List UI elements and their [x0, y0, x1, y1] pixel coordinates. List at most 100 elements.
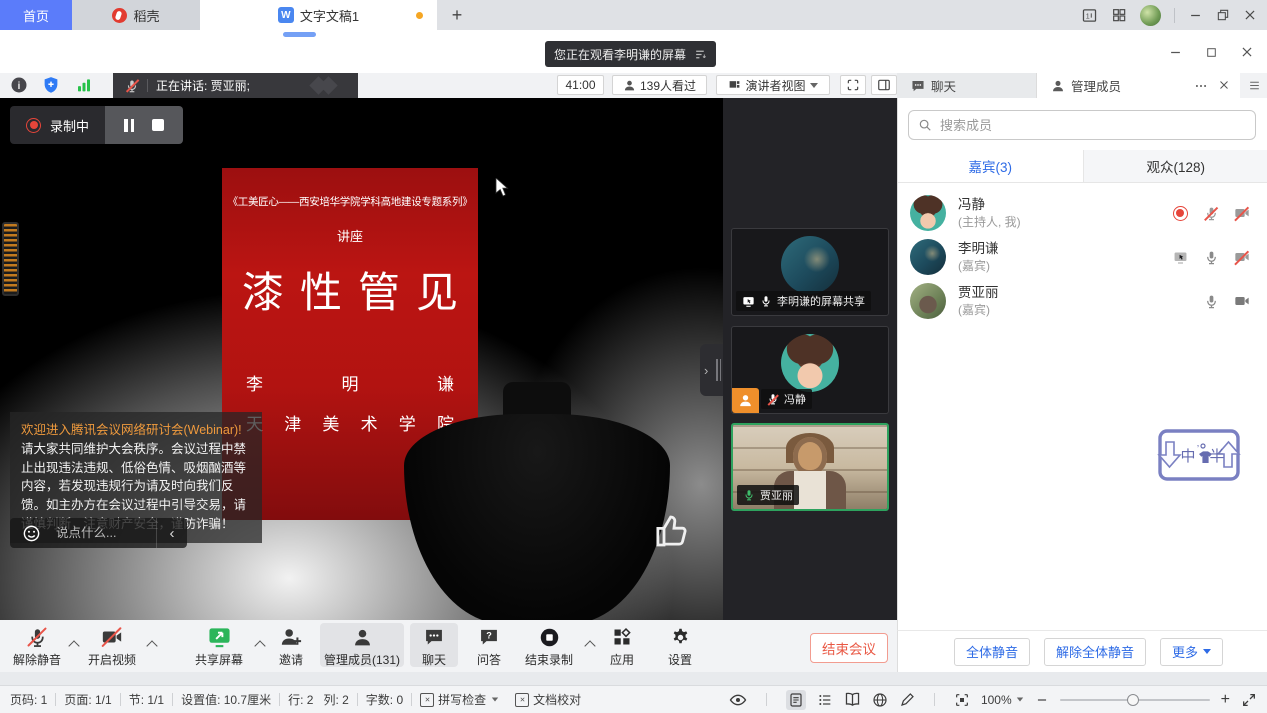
- slide-edge-strip: [2, 222, 19, 296]
- zoom-slider-knob[interactable]: [1127, 694, 1139, 706]
- account-avatar[interactable]: [1140, 5, 1161, 26]
- wps-status-bar: 页码: 1 页面: 1/1 节: 1/1 设置值: 10.7厘米 行: 2 列:…: [0, 685, 1267, 713]
- watching-screen-notification: 您正在观看李明谦的屏幕: [545, 41, 716, 67]
- stop-recording-button[interactable]: 结束录制: [518, 625, 580, 668]
- member-search-input[interactable]: [938, 117, 1246, 134]
- tab-document[interactable]: W 文字文稿1: [200, 0, 437, 30]
- tab-home[interactable]: 首页: [0, 0, 72, 30]
- meeting-maximize-button[interactable]: [1197, 40, 1225, 64]
- single-page-view-icon[interactable]: [1081, 7, 1098, 24]
- fullscreen-icon[interactable]: [1241, 692, 1257, 708]
- camera-muted-icon[interactable]: [1234, 249, 1250, 265]
- screen-sharing-icon[interactable]: [1173, 250, 1188, 265]
- member-role: (嘉宾): [958, 258, 999, 274]
- page-view-button[interactable]: [786, 690, 806, 710]
- video-tile-screen-share[interactable]: 李明谦的屏幕共享: [731, 228, 889, 316]
- emoji-button[interactable]: [10, 518, 52, 548]
- panel-more-icon[interactable]: [1194, 79, 1208, 93]
- spell-check-toggle[interactable]: 拼写检查: [420, 691, 499, 708]
- video-tile-jiayali[interactable]: 贾亚丽: [731, 423, 889, 511]
- checkbox-x-icon: [420, 693, 434, 707]
- workspace-grid-icon[interactable]: [1111, 7, 1127, 23]
- meeting-minimize-button[interactable]: [1161, 40, 1189, 64]
- zoom-in-button[interactable]: +: [1221, 691, 1230, 709]
- wps-minimize-icon[interactable]: [1188, 8, 1203, 23]
- mic-icon[interactable]: [1204, 250, 1219, 265]
- more-button[interactable]: 更多: [1160, 638, 1223, 666]
- web-view-icon[interactable]: [872, 692, 888, 708]
- recording-indicator-icon: [1173, 206, 1188, 221]
- qa-button[interactable]: 问答: [466, 625, 512, 668]
- sort-list-icon[interactable]: [694, 48, 707, 61]
- new-tab-button[interactable]: +: [437, 0, 477, 30]
- wps-close-icon[interactable]: [1243, 8, 1257, 22]
- proofread-toggle[interactable]: 文档校对: [515, 691, 581, 708]
- thumbs-up-reaction-icon[interactable]: [650, 510, 692, 552]
- pause-recording-button[interactable]: [124, 119, 134, 132]
- write-mode-icon[interactable]: [899, 692, 915, 708]
- mic-muted-icon: [125, 79, 139, 93]
- meeting-close-button[interactable]: [1233, 40, 1261, 64]
- zoom-out-button[interactable]: [1035, 693, 1049, 707]
- share-screen-button[interactable]: 共享屏幕: [188, 625, 250, 668]
- network-signal-icon[interactable]: [75, 76, 93, 94]
- toggle-sidebar-button[interactable]: [871, 75, 897, 95]
- tab-docer[interactable]: 稻壳: [72, 0, 200, 30]
- member-search-box[interactable]: [908, 110, 1256, 140]
- apps-button[interactable]: 应用: [598, 625, 646, 668]
- collapse-chat-button[interactable]: ‹: [156, 518, 187, 548]
- watching-screen-text: 您正在观看李明谦的屏幕: [554, 46, 686, 63]
- meeting-info-icon[interactable]: [10, 76, 28, 94]
- members-panel: 嘉宾(3) 观众(128) 冯静 (主持人, 我) 李明谦 (嘉宾): [897, 98, 1267, 630]
- mic-active-icon: [743, 489, 755, 501]
- video-options-chevron[interactable]: [146, 640, 157, 651]
- collapse-video-strip-handle[interactable]: ›: [700, 344, 723, 396]
- mic-options-chevron[interactable]: [68, 640, 79, 651]
- avatar-li-mingqian: [781, 236, 839, 294]
- chevron-down-icon: [1203, 649, 1211, 654]
- mute-all-button[interactable]: 全体静音: [954, 638, 1030, 666]
- tab-document-label: 文字文稿1: [300, 6, 359, 25]
- wps-restore-icon[interactable]: [1216, 8, 1230, 22]
- members-panel-footer: 全体静音 解除全体静音 更多: [897, 630, 1267, 672]
- camera-muted-icon[interactable]: [1234, 205, 1250, 221]
- view-mode-dropdown[interactable]: 演讲者视图: [716, 75, 830, 95]
- eye-protect-icon[interactable]: [729, 691, 747, 709]
- viewer-count[interactable]: 139人看过: [612, 75, 707, 95]
- mic-muted-icon[interactable]: [1204, 206, 1219, 221]
- unsaved-dot-icon: [416, 12, 423, 19]
- panel-tab-chat[interactable]: 聊天: [897, 73, 1037, 98]
- avatar-feng-jing: [781, 334, 839, 392]
- panel-close-icon[interactable]: [1218, 79, 1230, 91]
- zoom-level-dropdown[interactable]: 100%: [981, 693, 1024, 707]
- quick-chat-input[interactable]: 说点什么...: [52, 518, 156, 548]
- fit-page-icon[interactable]: [954, 692, 970, 708]
- settings-button[interactable]: 设置: [656, 625, 704, 668]
- tab-guests[interactable]: 嘉宾(3): [898, 150, 1083, 182]
- chat-button[interactable]: 聊天: [410, 623, 458, 667]
- video-tile-fengjing[interactable]: 冯静: [731, 326, 889, 414]
- member-row-jiayali[interactable]: 贾亚丽 (嘉宾): [898, 274, 1267, 328]
- mic-active-icon[interactable]: [1204, 294, 1219, 309]
- side-menu-icon[interactable]: [1248, 79, 1261, 92]
- camera-on-icon[interactable]: [1234, 293, 1250, 309]
- end-meeting-button[interactable]: 结束会议: [810, 633, 888, 663]
- outline-view-icon[interactable]: [817, 692, 833, 708]
- invite-button[interactable]: 邀请: [268, 625, 314, 668]
- word-count-status[interactable]: 字数: 0: [366, 691, 403, 708]
- manage-members-button[interactable]: 管理成员(131): [320, 623, 404, 667]
- unmute-all-button[interactable]: 解除全体静音: [1044, 638, 1146, 666]
- panel-tab-members[interactable]: 管理成员: [1037, 73, 1240, 98]
- page-status: 页面: 1/1: [64, 691, 111, 708]
- read-mode-icon[interactable]: [844, 691, 861, 708]
- tab-audience[interactable]: 观众(128): [1083, 150, 1267, 182]
- start-video-button[interactable]: 开启视频: [82, 625, 142, 668]
- stop-recording-button[interactable]: [152, 119, 164, 131]
- zoom-slider[interactable]: [1060, 699, 1210, 701]
- unmute-button[interactable]: 解除静音: [8, 625, 66, 668]
- apps-grid-icon: [612, 627, 632, 647]
- recording-options-chevron[interactable]: [584, 640, 595, 651]
- share-options-chevron[interactable]: [254, 640, 265, 651]
- meeting-security-shield-icon[interactable]: [42, 76, 60, 94]
- fullscreen-button[interactable]: [840, 75, 866, 95]
